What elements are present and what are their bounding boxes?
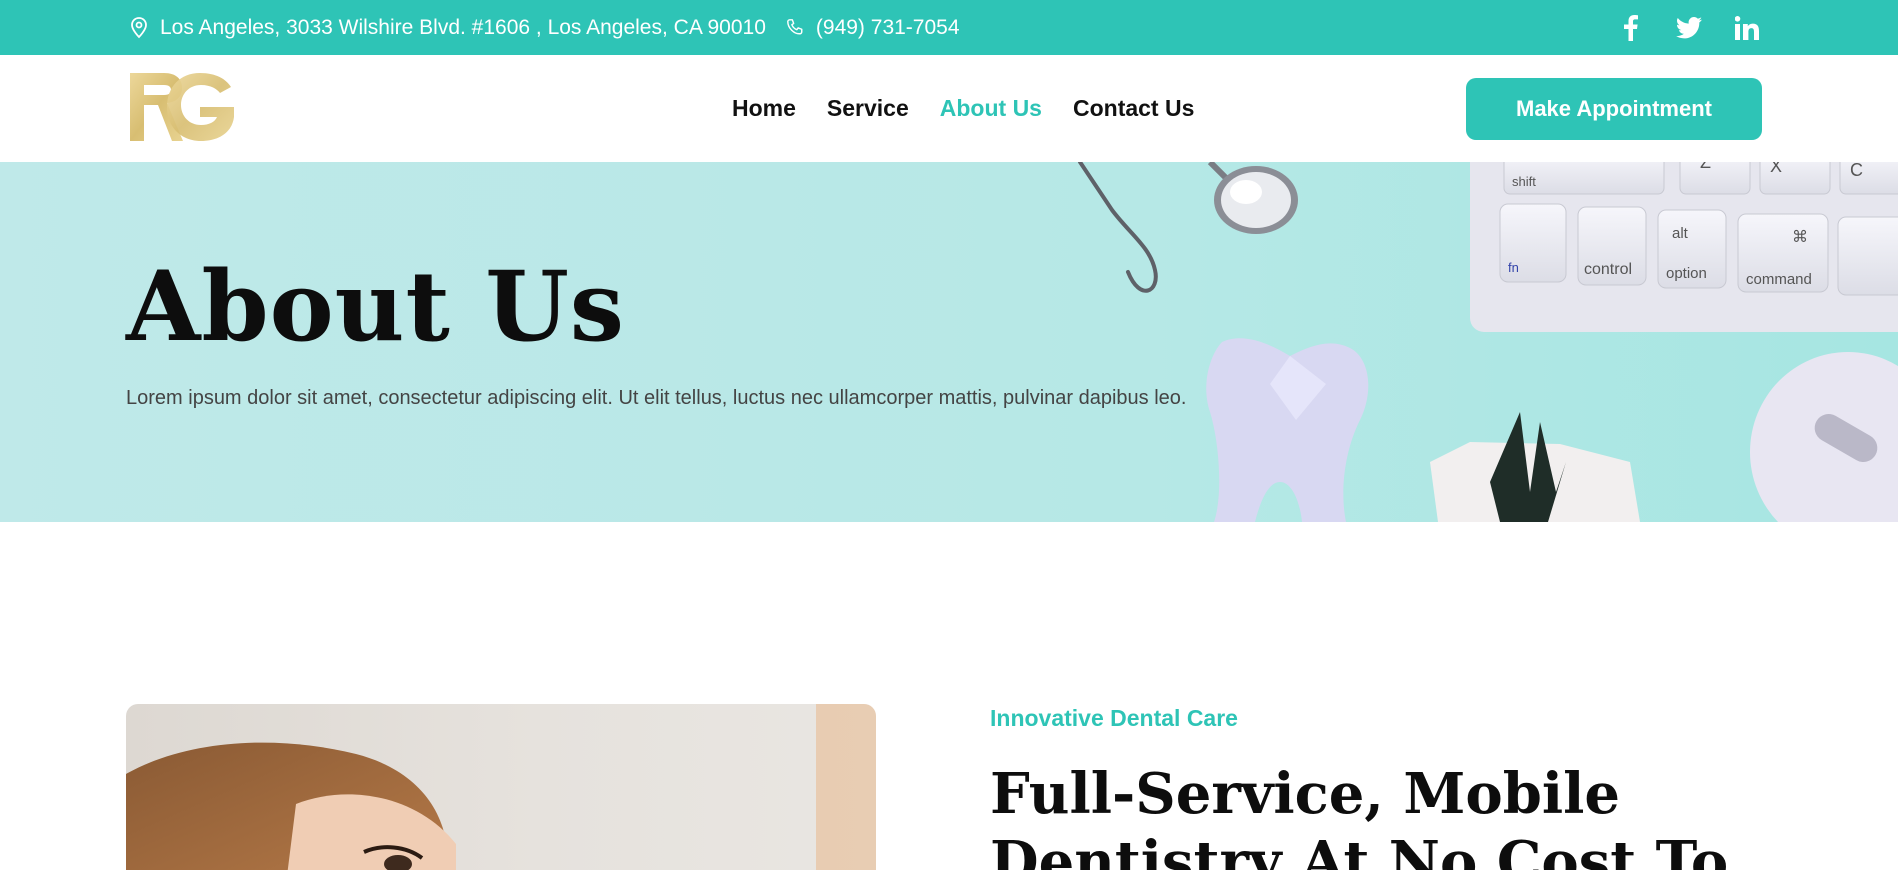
- hero-banner: shift Z X C fn control alt option ⌘ comm…: [0, 162, 1898, 522]
- twitter-icon[interactable]: [1676, 15, 1702, 41]
- rg-logo[interactable]: [128, 69, 236, 149]
- contact-info: Los Angeles, 3033 Wilshire Blvd. #1606 ,…: [130, 0, 960, 55]
- section-headline: Full-Service, Mobile Dentistry At No Cos…: [990, 761, 1729, 870]
- page-title: About Us: [126, 250, 625, 363]
- social-links: [1618, 0, 1760, 55]
- phone-text[interactable]: (949) 731-7054: [816, 16, 960, 40]
- svg-text:alt: alt: [1672, 225, 1689, 242]
- facebook-icon[interactable]: [1618, 14, 1644, 41]
- nav-about-us[interactable]: About Us: [940, 95, 1042, 122]
- svg-text:shift: shift: [1512, 174, 1536, 189]
- hero-subtitle: Lorem ipsum dolor sit amet, consectetur …: [126, 387, 1187, 409]
- svg-text:Z: Z: [1700, 162, 1711, 172]
- make-appointment-button[interactable]: Make Appointment: [1466, 78, 1762, 140]
- nav-home[interactable]: Home: [732, 95, 796, 122]
- address-text: Los Angeles, 3033 Wilshire Blvd. #1606 ,…: [160, 15, 766, 39]
- phone-icon: [786, 17, 804, 39]
- svg-text:C: C: [1850, 162, 1863, 180]
- top-info-bar: Los Angeles, 3033 Wilshire Blvd. #1606 ,…: [0, 0, 1898, 55]
- svg-text:⌘: ⌘: [1792, 229, 1808, 246]
- main-nav: Home Service About Us Contact Us: [732, 55, 1194, 162]
- svg-text:X: X: [1770, 162, 1782, 176]
- site-header: Home Service About Us Contact Us Make Ap…: [0, 55, 1898, 162]
- section-eyebrow: Innovative Dental Care: [990, 705, 1238, 731]
- svg-text:fn: fn: [1508, 260, 1519, 275]
- location-pin-icon: [130, 16, 148, 39]
- nav-contact-us[interactable]: Contact Us: [1073, 95, 1194, 122]
- svg-text:option: option: [1666, 265, 1707, 282]
- svg-text:command: command: [1746, 271, 1812, 288]
- svg-text:control: control: [1584, 261, 1632, 278]
- patient-photo: [126, 704, 876, 870]
- nav-service[interactable]: Service: [827, 95, 909, 122]
- linkedin-icon[interactable]: [1734, 15, 1760, 41]
